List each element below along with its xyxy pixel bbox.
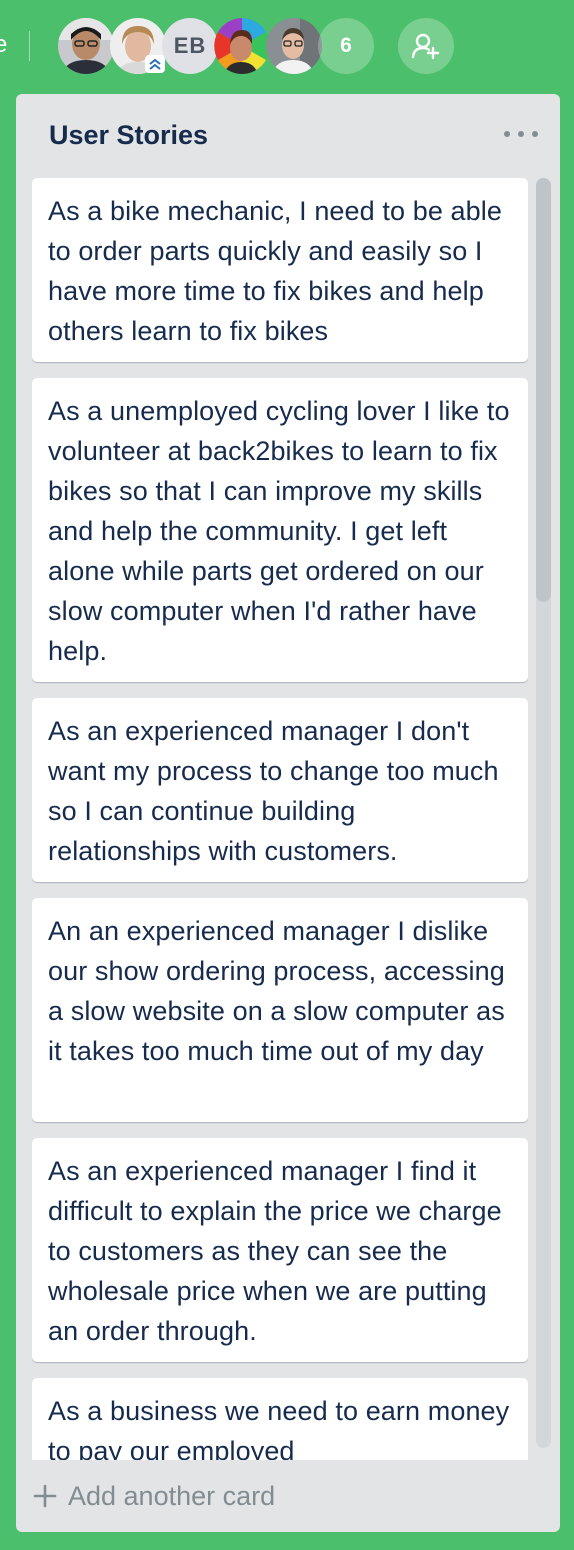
add-card-label: Add another card	[68, 1480, 276, 1511]
truncated-header-text: e	[0, 31, 8, 58]
member-avatar-5[interactable]	[266, 18, 322, 74]
card[interactable]: As an experienced manager I don't want m…	[32, 698, 528, 882]
member-avatar-3[interactable]: EB	[162, 18, 218, 74]
list-title[interactable]: User Stories	[49, 118, 208, 152]
list-user-stories: User Stories As a bike mechanic, I need …	[16, 94, 560, 1532]
card-title: An an experienced manager I dislike our …	[48, 916, 505, 1066]
add-member-icon	[411, 33, 440, 60]
ellipsis-icon[interactable]	[504, 122, 538, 146]
header-divider	[29, 31, 30, 61]
card-title: As a bike mechanic, I need to be able to…	[48, 196, 502, 346]
card[interactable]: As a business we need to earn money to p…	[32, 1378, 528, 1460]
member-avatar-1[interactable]	[58, 18, 114, 74]
chevron-double-up-icon	[145, 55, 165, 73]
card-title: As an experienced manager I don't want m…	[48, 716, 499, 866]
card[interactable]: An an experienced manager I dislike our …	[32, 898, 528, 1122]
cards-container: As a bike mechanic, I need to be able to…	[32, 178, 528, 1460]
card-title: As an experienced manager I find it diff…	[48, 1156, 502, 1346]
card[interactable]: As an experienced manager I find it diff…	[32, 1138, 528, 1362]
add-card-button[interactable]: Add another card	[32, 1476, 275, 1516]
more-members-count: 6	[340, 34, 352, 57]
plus-icon	[33, 1484, 57, 1508]
member-avatar-4[interactable]	[214, 18, 270, 74]
list-scrollbar[interactable]	[536, 178, 551, 1448]
scrollbar-thumb[interactable]	[536, 178, 551, 602]
invite-member-button[interactable]	[398, 18, 454, 74]
card-title: As a unemployed cycling lover I like to …	[48, 396, 510, 666]
card[interactable]: As a bike mechanic, I need to be able to…	[32, 178, 528, 362]
more-members-button[interactable]: 6	[318, 18, 374, 74]
member-initials: EB	[173, 33, 207, 58]
card-title: As a business we need to earn money to p…	[48, 1396, 510, 1460]
card[interactable]: As a unemployed cycling lover I like to …	[32, 378, 528, 682]
board-header: e EB 6	[0, 0, 574, 92]
